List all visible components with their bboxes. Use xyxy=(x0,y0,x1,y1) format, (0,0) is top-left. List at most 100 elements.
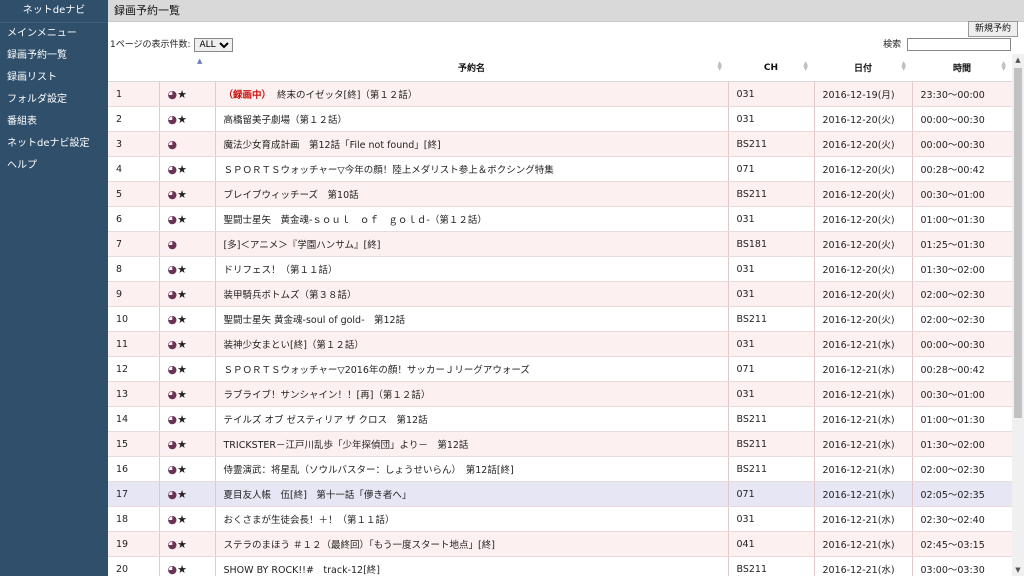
table-row[interactable]: 11 ◕★ 装神少女まとい[終]（第１２話） 031 2016-12-21(水) 00:0… xyxy=(108,331,1012,357)
program-title-cell[interactable]: ＳＰＯＲＴＳウォッチャー▽今年の顔！陸上メダリスト参上＆ボクシング特集 xyxy=(215,156,729,182)
channel-cell: BS211 xyxy=(728,181,815,207)
program-title-cell[interactable]: 高橋留美子劇場（第１２話） xyxy=(215,106,729,132)
time-cell: 03:00～03:30 xyxy=(912,556,1012,576)
column-header-time[interactable]: 時間 ▲ ▼ xyxy=(912,54,1012,82)
table-row[interactable]: 10 ◕★ 聖闘士星矢 黄金魂-soul of gold- 第12話 BS211 201… xyxy=(108,306,1012,332)
new-reservation-button[interactable]: 新規予約 xyxy=(967,21,1018,37)
per-page-label: 1ページの表示件数: xyxy=(110,40,191,50)
date-cell: 2016-12-21(水) xyxy=(814,506,913,532)
program-title-cell[interactable]: ドリフェス！（第１１話） xyxy=(215,256,729,282)
table-row[interactable]: 20 ◕★ SHOW BY ROCK!!# track-12[終] BS211 2016… xyxy=(108,556,1012,576)
clock-icon: ◕ xyxy=(167,112,178,126)
status-icons: ◕★ xyxy=(159,531,216,557)
time-cell: 02:00～02:30 xyxy=(912,281,1012,307)
table-row[interactable]: 14 ◕★ テイルズ オブ ゼスティリア ザ クロス 第12話 BS211 2016-1… xyxy=(108,406,1012,432)
sidebar-item-reservation-list[interactable]: 録画予約一覧 xyxy=(0,45,108,67)
program-title-cell[interactable]: TRICKSTER－江戸川乱歩「少年探偵団」より－ 第12話 xyxy=(215,431,729,457)
table-row[interactable]: 16 ◕★ 侍霊演武：将星乱（ソウルバスター：しょうせいらん） 第12話[終] BS2… xyxy=(108,456,1012,482)
table-row[interactable]: 19 ◕★ ステラのまほう ＃１２（最終回）「もう一度スタート地点」[終] 041 20… xyxy=(108,531,1012,557)
sidebar-item-recording-list[interactable]: 録画リスト xyxy=(0,67,108,89)
column-header-status[interactable]: ▲ xyxy=(159,54,215,82)
program-title-cell[interactable]: SHOW BY ROCK!!# track-12[終] xyxy=(215,556,729,576)
program-title: ステラのまほう ＃１２（最終回）「もう一度スタート地点」[終] xyxy=(223,540,495,551)
program-title-cell[interactable]: ブレイブウィッチーズ 第10話 xyxy=(215,181,729,207)
sidebar-item-program-guide[interactable]: 番組表 xyxy=(0,111,108,133)
scroll-down-arrow-icon[interactable]: ▼ xyxy=(1012,564,1024,576)
date-cell: 2016-12-21(水) xyxy=(814,456,913,482)
program-title-cell[interactable]: テイルズ オブ ゼスティリア ザ クロス 第12話 xyxy=(215,406,729,432)
sidebar-item-main-menu[interactable]: メインメニュー xyxy=(0,23,108,45)
sidebar-item-help[interactable]: ヘルプ xyxy=(0,155,108,177)
table-row[interactable]: 12 ◕★ ＳＰＯＲＴＳウォッチャー▽2016年の顔！サッカーＪリーグアウォーズ 07… xyxy=(108,356,1012,382)
clock-icon: ◕ xyxy=(167,462,178,476)
table-row[interactable]: 13 ◕★ ラブライブ！サンシャイン！！[再]（第１２話） 031 2016-12-21… xyxy=(108,381,1012,407)
scroll-up-arrow-icon[interactable]: ▲ xyxy=(1012,54,1024,66)
column-header-date[interactable]: 日付 ▲ ▼ xyxy=(814,54,912,82)
table-row[interactable]: 18 ◕★ おくさまが生徒会長！＋！（第１１話） 031 2016-12-21(水) 02… xyxy=(108,506,1012,532)
status-icons: ◕ xyxy=(159,131,216,157)
program-title-cell[interactable]: 魔法少女育成計画 第12話「File not found」[終] xyxy=(215,131,729,157)
program-title-cell[interactable]: ステラのまほう ＃１２（最終回）「もう一度スタート地点」[終] xyxy=(215,531,729,557)
program-title-cell[interactable]: 装神少女まとい[終]（第１２話） xyxy=(215,331,729,357)
date-cell: 2016-12-21(水) xyxy=(814,431,913,457)
channel-cell: 031 xyxy=(728,506,815,532)
star-icon: ★ xyxy=(177,262,187,276)
program-title-cell[interactable]: （録画中） 終末のイゼッタ[終]（第１２話） xyxy=(215,81,729,107)
table-row[interactable]: 1 ◕★ （録画中） 終末のイゼッタ[終]（第１２話） 031 2016-12-19(月)… xyxy=(108,81,1012,107)
table-row[interactable]: 5 ◕★ ブレイブウィッチーズ 第10話 BS211 2016-12-20(火) 00:3… xyxy=(108,181,1012,207)
column-header-ch[interactable]: CH ▲ ▼ xyxy=(728,54,814,82)
channel-cell: BS211 xyxy=(728,556,815,576)
program-title: ブレイブウィッチーズ 第10話 xyxy=(223,190,359,201)
reservation-table-container: ▲ 予約名 ▲ ▼ CH ▲ ▼ 日付 ▲ ▼ 時間 ▲ ▼ 1 ◕★ （録画中） 終末のイゼッタ[終… xyxy=(108,54,1012,576)
program-title-cell[interactable]: ＳＰＯＲＴＳウォッチャー▽2016年の顔！サッカーＪリーグアウォーズ xyxy=(215,356,729,382)
reservation-table: ▲ 予約名 ▲ ▼ CH ▲ ▼ 日付 ▲ ▼ 時間 ▲ ▼ 1 ◕★ （録画中） 終末のイゼッタ[終… xyxy=(108,54,1012,576)
sort-icon: ▲ ▼ xyxy=(717,60,722,72)
time-cell: 02:30～02:40 xyxy=(912,506,1012,532)
sidebar-item-folder-settings[interactable]: フォルダ設定 xyxy=(0,89,108,111)
clock-icon: ◕ xyxy=(167,287,178,301)
table-row[interactable]: 17 ◕★ 夏目友人帳 伍[終] 第十一話「儚き者へ」 071 2016-12-21(水… xyxy=(108,481,1012,507)
table-row[interactable]: 3 ◕ 魔法少女育成計画 第12話「File not found」[終] BS211 2… xyxy=(108,131,1012,157)
per-page-select[interactable]: ALL xyxy=(194,38,234,52)
program-title-cell[interactable]: おくさまが生徒会長！＋！（第１１話） xyxy=(215,506,729,532)
row-number: 7 xyxy=(108,231,160,257)
table-row[interactable]: 7 ◕ [多]＜アニメ＞『学園ハンサム』[終] BS181 2016-12-20(火) 0… xyxy=(108,231,1012,257)
program-title-cell[interactable]: 聖闘士星矢 黄金魂-soul of gold- 第12話 xyxy=(215,306,729,332)
clock-icon: ◕ xyxy=(167,487,178,501)
program-title-cell[interactable]: ラブライブ！サンシャイン！！[再]（第１２話） xyxy=(215,381,729,407)
channel-cell: 071 xyxy=(728,481,815,507)
table-row[interactable]: 9 ◕★ 装甲騎兵ボトムズ（第３８話） 031 2016-12-20(火) 02:00～0… xyxy=(108,281,1012,307)
search-input[interactable] xyxy=(907,38,1011,51)
column-header-number[interactable] xyxy=(108,54,159,82)
time-cell: 02:05～02:35 xyxy=(912,481,1012,507)
scroll-thumb[interactable] xyxy=(1014,68,1022,418)
program-title-cell[interactable]: [多]＜アニメ＞『学園ハンサム』[終] xyxy=(215,231,729,257)
table-row[interactable]: 15 ◕★ TRICKSTER－江戸川乱歩「少年探偵団」より－ 第12話 BS211 2… xyxy=(108,431,1012,457)
channel-cell: BS211 xyxy=(728,431,815,457)
sidebar-menu: メインメニュー 録画予約一覧 録画リスト フォルダ設定 番組表 ネットdeナビ設… xyxy=(0,23,108,177)
sort-icon: ▲ ▼ xyxy=(803,60,808,72)
table-row[interactable]: 8 ◕★ ドリフェス！（第１１話） 031 2016-12-20(火) 01:30～02:… xyxy=(108,256,1012,282)
row-number: 9 xyxy=(108,281,160,307)
program-title-cell[interactable]: 侍霊演武：将星乱（ソウルバスター：しょうせいらん） 第12話[終] xyxy=(215,456,729,482)
sidebar-item-netdenavi-settings[interactable]: ネットdeナビ設定 xyxy=(0,133,108,155)
date-cell: 2016-12-21(水) xyxy=(814,381,913,407)
time-cell: 02:00～02:30 xyxy=(912,306,1012,332)
program-title-cell[interactable]: 聖闘士星矢 黄金魂-ｓｏｕｌ ｏｆ ｇｏｌｄ-（第１２話） xyxy=(215,206,729,232)
status-icons: ◕★ xyxy=(159,556,216,576)
program-title-cell[interactable]: 装甲騎兵ボトムズ（第３８話） xyxy=(215,281,729,307)
program-title: 高橋留美子劇場（第１２話） xyxy=(223,115,348,126)
time-cell: 02:45～03:15 xyxy=(912,531,1012,557)
row-number: 5 xyxy=(108,181,160,207)
program-title-cell[interactable]: 夏目友人帳 伍[終] 第十一話「儚き者へ」 xyxy=(215,481,729,507)
star-icon: ★ xyxy=(177,112,187,126)
star-icon: ★ xyxy=(177,312,187,326)
table-row[interactable]: 2 ◕★ 高橋留美子劇場（第１２話） 031 2016-12-20(火) 00:00～00… xyxy=(108,106,1012,132)
vertical-scrollbar[interactable]: ▲ ▼ xyxy=(1012,54,1024,576)
column-header-title[interactable]: 予約名 ▲ ▼ xyxy=(215,54,728,82)
program-title: テイルズ オブ ゼスティリア ザ クロス 第12話 xyxy=(223,415,428,426)
table-row[interactable]: 6 ◕★ 聖闘士星矢 黄金魂-ｓｏｕｌ ｏｆ ｇｏｌｄ-（第１２話） 031 2016-… xyxy=(108,206,1012,232)
table-row[interactable]: 4 ◕★ ＳＰＯＲＴＳウォッチャー▽今年の顔！陸上メダリスト参上＆ボクシング特集 07… xyxy=(108,156,1012,182)
time-cell: 00:00～00:30 xyxy=(912,131,1012,157)
row-number: 10 xyxy=(108,306,160,332)
